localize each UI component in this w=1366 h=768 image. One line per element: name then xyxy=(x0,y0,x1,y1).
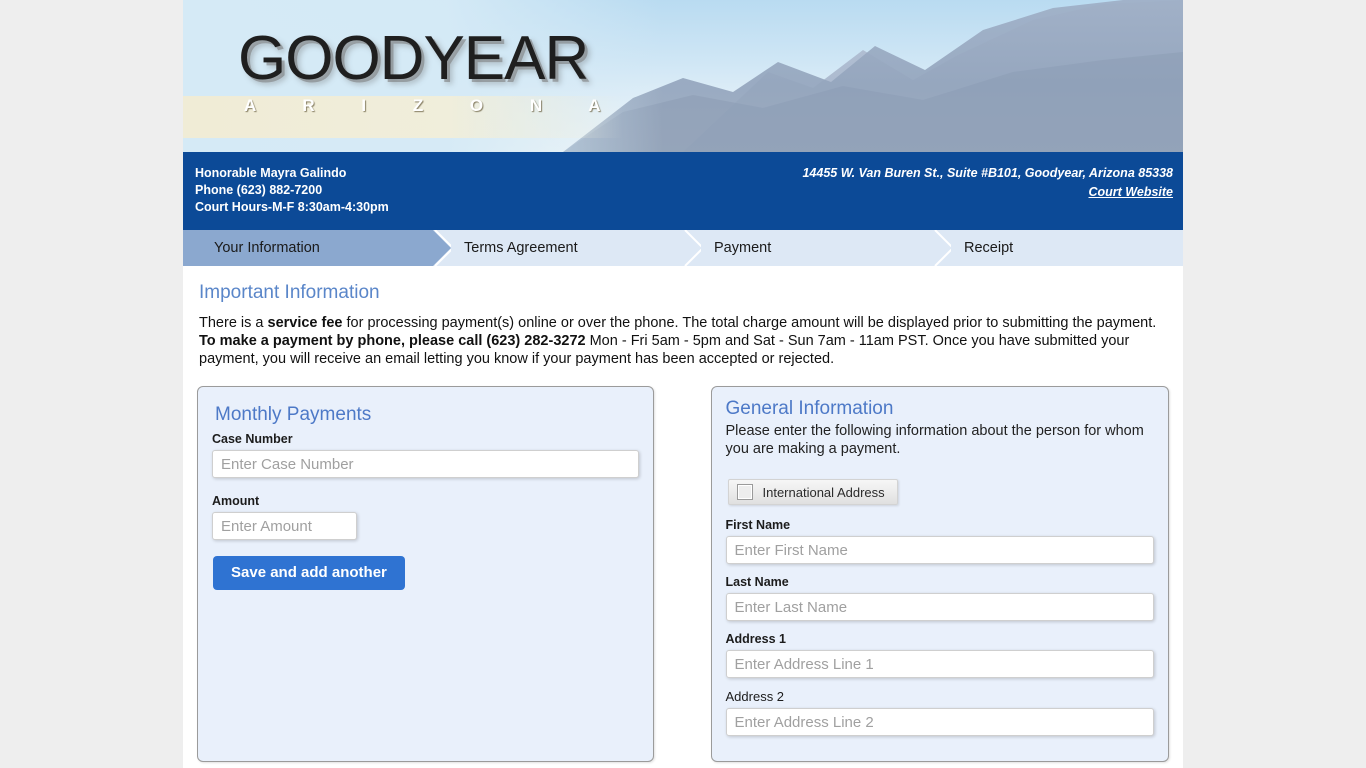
general-information-subtitle: Please enter the following information a… xyxy=(725,423,1144,457)
first-name-label: First Name xyxy=(725,518,791,532)
general-information-title: General Information xyxy=(725,398,894,419)
logo-arizona-text: A R I Z O N A xyxy=(244,96,622,115)
last-name-input[interactable] xyxy=(725,593,1154,621)
site-logo: GOODYEAR A R I Z O N A xyxy=(238,28,638,116)
last-name-label: Last Name xyxy=(725,575,789,589)
content-container: GOODYEAR A R I Z O N A Honorable Mayra G… xyxy=(183,0,1183,768)
international-address-toggle[interactable]: International Address xyxy=(727,479,898,505)
forms-row: Monthly Payments Case Number Amount Save… xyxy=(183,368,1183,762)
step-chevron-icon xyxy=(933,230,951,266)
monthly-payments-card: Monthly Payments Case Number Amount Save… xyxy=(197,386,654,762)
case-number-input[interactable] xyxy=(212,450,639,478)
step-label: Terms Agreement xyxy=(464,240,578,256)
address1-field: Address 1 xyxy=(725,632,1154,678)
info-text-bold-phone: To make a payment by phone, please call … xyxy=(199,333,586,349)
last-name-field: Last Name xyxy=(725,575,1154,621)
address1-input[interactable] xyxy=(725,650,1154,678)
step-label: Your Information xyxy=(214,240,320,256)
info-text-1: There is a xyxy=(199,315,268,331)
address2-label: Address 2 xyxy=(725,689,785,704)
case-number-field: Case Number xyxy=(212,432,639,478)
case-number-label: Case Number xyxy=(212,432,293,446)
step-label: Receipt xyxy=(964,240,1014,256)
court-phone: Phone (623) 882-7200 xyxy=(195,183,323,197)
step-chevron-icon xyxy=(683,230,701,266)
amount-field: Amount xyxy=(212,494,639,540)
general-information-card: General Information Please enter the fol… xyxy=(710,386,1169,762)
address2-field: Address 2 xyxy=(725,689,1154,736)
judge-name: Honorable Mayra Galindo xyxy=(195,166,347,180)
step-chevron-icon xyxy=(433,230,451,266)
page-root: GOODYEAR A R I Z O N A Honorable Mayra G… xyxy=(0,0,1366,768)
first-name-input[interactable] xyxy=(725,536,1154,564)
site-banner: GOODYEAR A R I Z O N A xyxy=(183,0,1183,152)
checkbox-icon[interactable] xyxy=(736,484,753,500)
address2-input[interactable] xyxy=(725,708,1154,736)
amount-input[interactable] xyxy=(212,512,357,540)
court-address-block: 14455 W. Van Buren St., Suite #B101, Goo… xyxy=(802,164,1173,202)
court-info-bar: Honorable Mayra Galindo Phone (623) 882-… xyxy=(183,152,1183,230)
important-information-section: Important Information There is a service… xyxy=(183,266,1183,368)
monthly-payments-title: Monthly Payments xyxy=(215,404,372,425)
step-terms-agreement[interactable]: Terms Agreement xyxy=(433,230,701,266)
info-text-bold-service-fee: service fee xyxy=(267,315,343,331)
court-hours: Court Hours-M-F 8:30am-4:30pm xyxy=(195,200,389,214)
logo-goodyear-text: GOODYEAR xyxy=(238,24,589,93)
international-address-label: International Address xyxy=(762,484,885,500)
step-receipt[interactable]: Receipt xyxy=(933,230,1183,266)
important-information-heading: Important Information xyxy=(199,282,380,303)
court-contact-block: Honorable Mayra Galindo Phone (623) 882-… xyxy=(195,165,389,216)
step-payment[interactable]: Payment xyxy=(683,230,951,266)
first-name-field: First Name xyxy=(725,518,1154,564)
court-address: 14455 W. Van Buren St., Suite #B101, Goo… xyxy=(802,166,1173,180)
step-label: Payment xyxy=(714,240,772,256)
amount-label: Amount xyxy=(212,494,260,508)
court-website-link[interactable]: Court Website xyxy=(1089,185,1174,199)
save-and-add-another-button[interactable]: Save and add another xyxy=(213,556,405,590)
info-text-2: for processing payment(s) online or over… xyxy=(342,315,1157,331)
step-your-information[interactable]: Your Information xyxy=(183,230,451,266)
progress-steps: Your Information Terms Agreement Payment xyxy=(183,230,1183,266)
important-information-body: There is a service fee for processing pa… xyxy=(199,314,1167,368)
address1-label: Address 1 xyxy=(725,632,786,646)
